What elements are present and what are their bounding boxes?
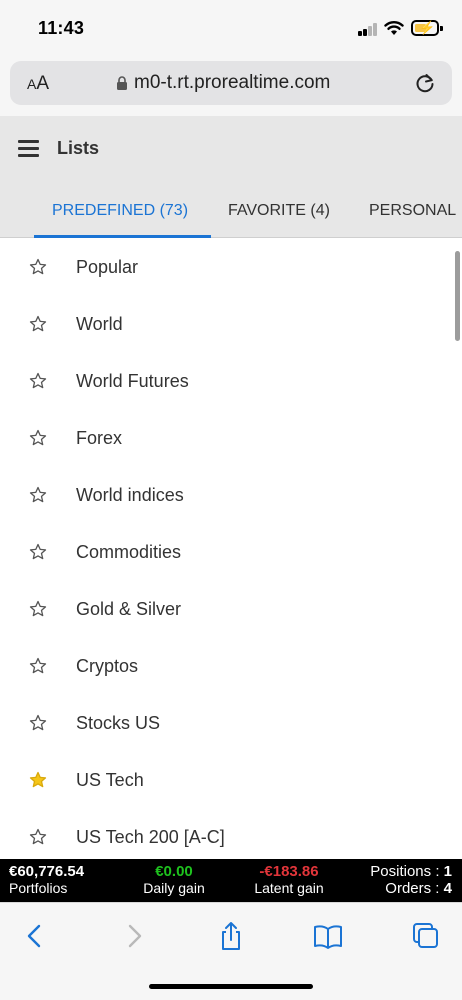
home-indicator: [149, 984, 313, 989]
battery-cap: [440, 26, 443, 31]
list-item-label: World: [76, 314, 123, 334]
portfolios-value: €60,776.54: [9, 863, 85, 880]
list-item-label: US Tech 200 [A-C]: [76, 827, 225, 847]
tab-bar: PREDEFINED (73) FAVORITE (4) PERSONAL: [0, 190, 462, 238]
app-header: Lists PREDEFINED (73) FAVORITE (4) PERSO…: [0, 116, 462, 238]
list-item-label: Gold & Silver: [76, 599, 182, 619]
page-title: Lists: [57, 138, 100, 158]
address-bar[interactable]: AA m0-t.rt.prorealtime.com: [10, 61, 452, 105]
star-icon[interactable]: [29, 315, 47, 333]
positions-orders-summary[interactable]: Positions : 1 Orders : 4: [370, 863, 452, 897]
daily-gain-summary[interactable]: €0.00 Daily gain: [142, 863, 206, 897]
status-bar: 11:43 ⚡: [0, 0, 462, 58]
list-item-label: World Futures: [76, 371, 189, 391]
tab-favorite[interactable]: FAVORITE (4): [228, 202, 330, 220]
bookmarks-icon[interactable]: [313, 921, 343, 951]
daily-gain-value: €0.00: [155, 863, 193, 880]
list-item-label: World indices: [76, 485, 184, 505]
star-icon[interactable]: [29, 429, 47, 447]
positions-value: 1: [443, 863, 452, 880]
star-icon[interactable]: [29, 657, 47, 675]
list-item[interactable]: US Tech: [0, 752, 450, 809]
scrollbar[interactable]: [455, 251, 460, 341]
tab-personal[interactable]: PERSONAL: [369, 202, 456, 220]
battery-icon: ⚡: [411, 20, 439, 36]
lists-list: Popular World World Futures Forex World indi…: [0, 239, 462, 859]
wifi-icon: [384, 21, 404, 35]
tab-predefined[interactable]: PREDEFINED (73): [52, 202, 188, 220]
star-icon[interactable]: [29, 543, 47, 561]
status-time: 11:43: [38, 18, 85, 38]
list-item-label: Popular: [76, 257, 139, 277]
list-item-label: US Tech: [76, 770, 144, 790]
list-item[interactable]: Forex: [0, 410, 450, 467]
list-item[interactable]: World Futures: [0, 353, 450, 410]
star-icon[interactable]: [29, 258, 47, 276]
cellular-signal-icon: [358, 23, 378, 36]
list-item[interactable]: Cryptos: [0, 638, 450, 695]
star-icon[interactable]: [29, 771, 47, 789]
lock-icon: [117, 76, 127, 90]
menu-icon[interactable]: [18, 138, 40, 158]
reload-icon[interactable]: [414, 72, 436, 94]
star-icon[interactable]: [29, 486, 47, 504]
star-icon[interactable]: [29, 828, 47, 846]
text-size-button[interactable]: AA: [27, 73, 49, 95]
list-item[interactable]: Gold & Silver: [0, 581, 450, 638]
list-item[interactable]: World indices: [0, 467, 450, 524]
browser-address-area: AA m0-t.rt.prorealtime.com: [0, 58, 462, 116]
latent-gain-summary[interactable]: -€183.86 Latent gain: [252, 863, 326, 897]
back-icon[interactable]: [20, 921, 50, 951]
latent-gain-label: Latent gain: [254, 880, 324, 896]
share-icon[interactable]: [216, 921, 246, 951]
list-item-label: Cryptos: [76, 656, 139, 676]
daily-gain-label: Daily gain: [143, 880, 205, 896]
list-item[interactable]: Stocks US: [0, 695, 450, 752]
portfolios-label: Portfolios: [9, 880, 68, 896]
forward-icon[interactable]: [119, 921, 149, 951]
url-text[interactable]: m0-t.rt.prorealtime.com: [134, 72, 330, 94]
list-item[interactable]: World: [0, 296, 450, 353]
portfolios-summary[interactable]: €60,776.54 Portfolios: [9, 863, 84, 897]
list-item[interactable]: Popular: [0, 239, 450, 296]
portfolio-bar[interactable]: €60,776.54 Portfolios €0.00 Daily gain -…: [0, 859, 462, 902]
list-item-label: Forex: [76, 428, 123, 448]
latent-gain-value: -€183.86: [259, 863, 319, 880]
star-icon[interactable]: [29, 714, 47, 732]
orders-label: Orders :: [385, 880, 444, 897]
active-tab-indicator: [34, 235, 211, 238]
orders-value: 4: [443, 880, 452, 897]
positions-label: Positions :: [370, 863, 444, 880]
star-icon[interactable]: [29, 600, 47, 618]
list-item-label: Commodities: [76, 542, 182, 562]
star-icon[interactable]: [29, 372, 47, 390]
list-item[interactable]: Commodities: [0, 524, 450, 581]
tabs-icon[interactable]: [411, 921, 441, 951]
list-item-label: Stocks US: [76, 713, 161, 733]
list-item[interactable]: US Tech 200 [A-C]: [0, 809, 450, 859]
